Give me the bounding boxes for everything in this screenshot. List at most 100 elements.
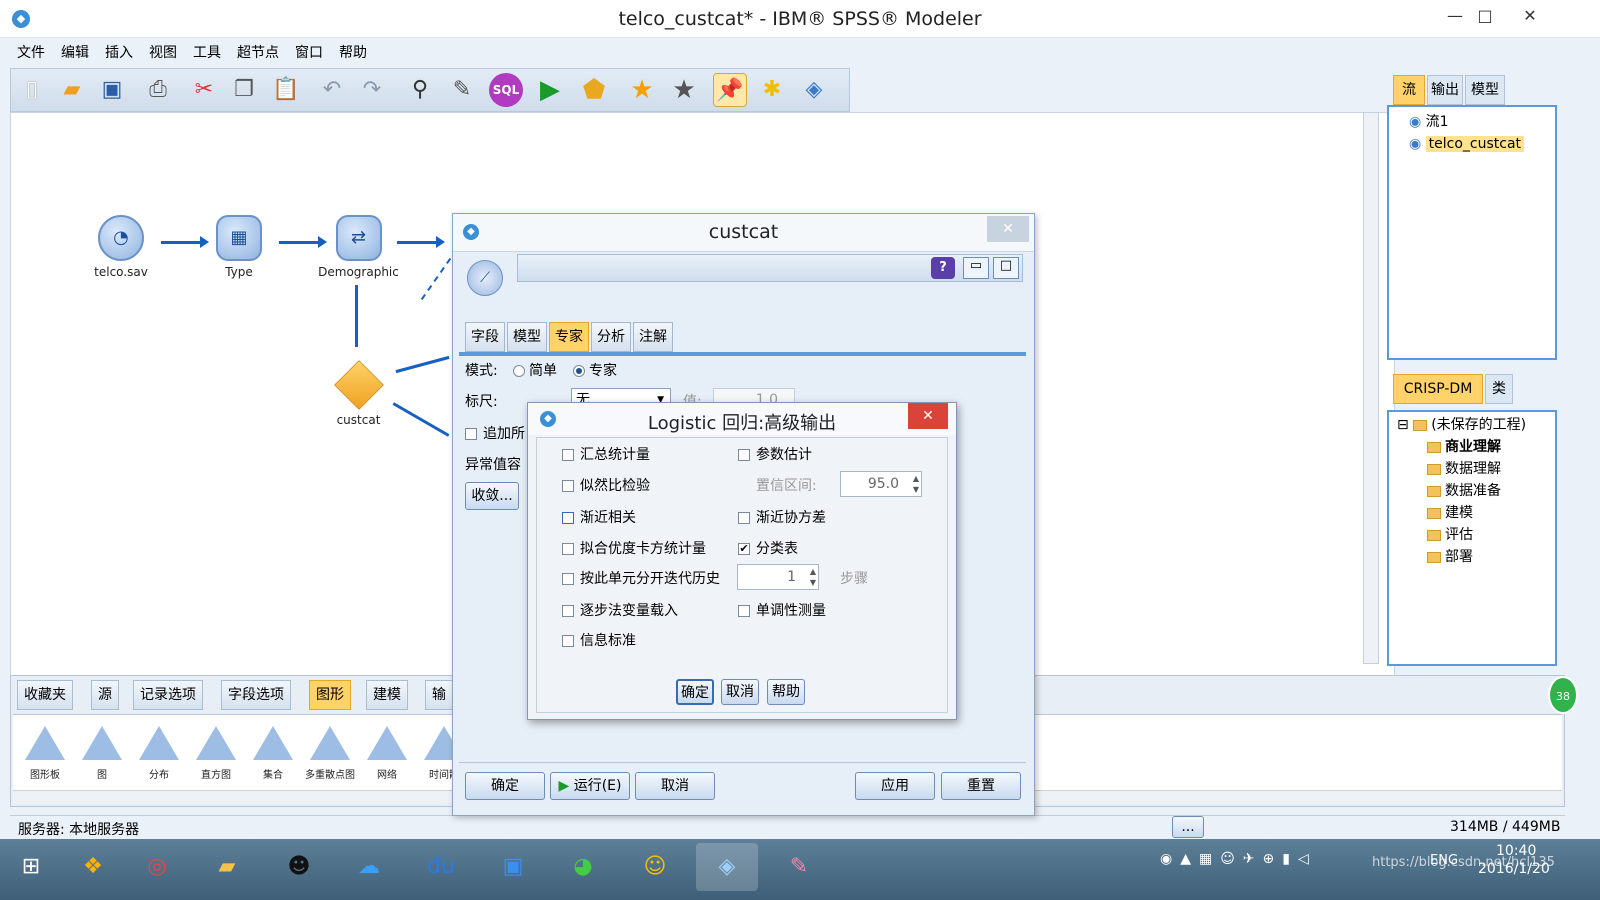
run-button[interactable]: ▶ 运行(E) bbox=[550, 772, 630, 800]
modeler-icon[interactable]: ◈ bbox=[797, 73, 831, 107]
start-icon[interactable]: ⊞ bbox=[0, 843, 62, 891]
cloud-icon[interactable]: ☁ bbox=[338, 843, 400, 891]
save-icon[interactable]: ▣ bbox=[95, 73, 129, 107]
node-demographic[interactable]: ⇄ Demographic bbox=[311, 215, 406, 279]
tab-streams[interactable]: 流 bbox=[1393, 75, 1425, 105]
edit-icon[interactable]: ✎ bbox=[445, 73, 479, 107]
palette-tab-sources[interactable]: 源 bbox=[91, 680, 119, 710]
minimize-button[interactable]: — bbox=[1440, 6, 1470, 30]
undo-icon[interactable]: ↶ bbox=[315, 73, 349, 107]
project-item[interactable]: 商业理解 bbox=[1397, 436, 1555, 458]
palette-tab-record-ops[interactable]: 记录选项 bbox=[133, 680, 203, 710]
tab-analyze[interactable]: 分析 bbox=[591, 322, 631, 352]
menu-help[interactable]: 帮助 bbox=[332, 38, 374, 66]
help-button[interactable]: 帮助 bbox=[767, 679, 805, 705]
palette-tab-graphs[interactable]: 图形 bbox=[309, 680, 351, 710]
option-asymptotic-correlation[interactable]: 渐近相关 bbox=[562, 507, 636, 527]
menu-supernode[interactable]: 超节点 bbox=[230, 38, 286, 66]
stream-item[interactable]: ◉ 流1 bbox=[1409, 111, 1555, 133]
palette-graphboard[interactable]: 图形板 bbox=[19, 726, 71, 781]
find-icon[interactable]: ⚲ bbox=[403, 73, 437, 107]
tab-models[interactable]: 模型 bbox=[1465, 75, 1505, 105]
palette-tab-modeling[interactable]: 建模 bbox=[366, 680, 408, 710]
spss-icon[interactable]: ◈ bbox=[696, 843, 758, 891]
minimize-icon[interactable]: ▭ bbox=[963, 257, 989, 279]
option-stepwise-entry[interactable]: 逐步法变量载入 bbox=[562, 600, 678, 620]
new-comment-icon[interactable]: ✱ bbox=[755, 73, 789, 107]
tab-fields[interactable]: 字段 bbox=[465, 322, 505, 352]
cancel-button[interactable]: 取消 bbox=[721, 679, 759, 705]
close-button[interactable]: ✕ bbox=[1515, 6, 1545, 30]
option-classification-table[interactable]: ✔ 分类表 bbox=[738, 538, 798, 558]
cut-icon[interactable]: ✂ bbox=[187, 73, 221, 107]
chrome-icon[interactable]: ◎ bbox=[126, 843, 188, 891]
maximize-icon[interactable]: □ bbox=[993, 257, 1019, 279]
baidu-icon[interactable]: du bbox=[410, 843, 472, 891]
menu-window[interactable]: 窗口 bbox=[288, 38, 330, 66]
project-item[interactable]: 数据理解 bbox=[1397, 458, 1555, 480]
option-asymptotic-covariance[interactable]: 渐近协方差 bbox=[738, 507, 826, 527]
tab-annotations[interactable]: 注解 bbox=[633, 322, 673, 352]
cancel-button[interactable]: 取消 bbox=[635, 772, 715, 800]
explorer-icon[interactable]: ▰ bbox=[196, 843, 258, 891]
canvas-vscrollbar[interactable] bbox=[1363, 112, 1379, 664]
close-button[interactable]: ✕ bbox=[908, 403, 948, 429]
project-item[interactable]: 部署 bbox=[1397, 546, 1555, 568]
project-item[interactable]: 建模 bbox=[1397, 502, 1555, 524]
app-icon[interactable]: ▣ bbox=[482, 843, 544, 891]
option-iteration-history[interactable]: 按此单元分开迭代历史 bbox=[562, 568, 720, 588]
option-likelihood-ratio[interactable]: 似然比检验 bbox=[562, 475, 650, 495]
node-custcat[interactable]: custcat bbox=[321, 360, 396, 427]
palette-tab-field-ops[interactable]: 字段选项 bbox=[221, 680, 291, 710]
tab-crisp-dm[interactable]: CRISP-DM bbox=[1393, 374, 1483, 404]
bookmark-icon[interactable]: ★ bbox=[667, 73, 701, 107]
node-type[interactable]: ▦ Type bbox=[204, 215, 274, 279]
reset-button[interactable]: 重置 bbox=[941, 772, 1021, 800]
notification-badge[interactable]: 38 bbox=[1548, 676, 1578, 714]
palette-tab-favorites[interactable]: 收藏夹 bbox=[17, 680, 73, 710]
open-icon[interactable]: ▰ bbox=[55, 73, 89, 107]
ok-button[interactable]: 确定 bbox=[465, 772, 545, 800]
run-icon[interactable]: ▶ bbox=[533, 73, 567, 107]
menu-tools[interactable]: 工具 bbox=[186, 38, 228, 66]
palette-collection[interactable]: 集合 bbox=[247, 726, 299, 781]
menu-view[interactable]: 视图 bbox=[142, 38, 184, 66]
system-tray[interactable]: ◉▲▦☺✈⊕▮◁ bbox=[1160, 851, 1317, 867]
option-goodness-of-fit[interactable]: 拟合优度卡方统计量 bbox=[562, 538, 706, 558]
copy-icon[interactable]: ❐ bbox=[227, 73, 261, 107]
step-input[interactable]: 1 bbox=[737, 564, 819, 590]
mode-expert-radio[interactable]: 专家 bbox=[573, 360, 617, 380]
apps-icon[interactable]: ❖ bbox=[62, 843, 124, 891]
tab-classes[interactable]: 类 bbox=[1485, 374, 1513, 404]
qq-icon[interactable]: ☻ bbox=[268, 843, 330, 891]
sql-icon[interactable]: SQL bbox=[489, 73, 523, 107]
mode-simple-radio[interactable]: 简单 bbox=[513, 360, 557, 380]
option-information-criteria[interactable]: 信息标准 bbox=[562, 630, 636, 650]
menu-file[interactable]: 文件 bbox=[10, 38, 52, 66]
tab-model[interactable]: 模型 bbox=[507, 322, 547, 352]
node-telco-sav[interactable]: ◔ telco.sav bbox=[86, 215, 156, 279]
option-summary-stats[interactable]: 汇总统计量 bbox=[562, 444, 650, 464]
menu-edit[interactable]: 编辑 bbox=[54, 38, 96, 66]
menu-insert[interactable]: 插入 bbox=[98, 38, 140, 66]
project-root[interactable]: ⊟ (未保存的工程) bbox=[1397, 414, 1555, 436]
help-icon[interactable]: ? bbox=[931, 257, 955, 279]
palette-distribution[interactable]: 分布 bbox=[133, 726, 185, 781]
paint-icon[interactable]: ✎ bbox=[768, 843, 830, 891]
maximize-button[interactable]: □ bbox=[1470, 6, 1500, 30]
favorite-icon[interactable]: ★ bbox=[625, 73, 659, 107]
run-selection-icon[interactable]: ⬟ bbox=[577, 73, 611, 107]
annotate-icon[interactable]: 📌 bbox=[713, 73, 747, 107]
tab-expert[interactable]: 专家 bbox=[549, 322, 589, 352]
emoji-icon[interactable]: ☺ bbox=[624, 843, 686, 891]
option-monotonicity[interactable]: 单调性测量 bbox=[738, 600, 826, 620]
paste-icon[interactable]: 📋 bbox=[269, 73, 303, 107]
palette-plot[interactable]: 图 bbox=[76, 726, 128, 781]
apply-button[interactable]: 应用 bbox=[855, 772, 935, 800]
converge-button[interactable]: 收敛... bbox=[465, 482, 519, 510]
close-button[interactable]: ✕ bbox=[987, 216, 1029, 242]
palette-tab-output[interactable]: 输 bbox=[425, 680, 453, 710]
append-checkbox[interactable]: 追加所 bbox=[465, 423, 525, 443]
option-parameter-estimates[interactable]: 参数估计 bbox=[738, 444, 812, 464]
confidence-input[interactable]: 95.0 bbox=[840, 471, 922, 497]
